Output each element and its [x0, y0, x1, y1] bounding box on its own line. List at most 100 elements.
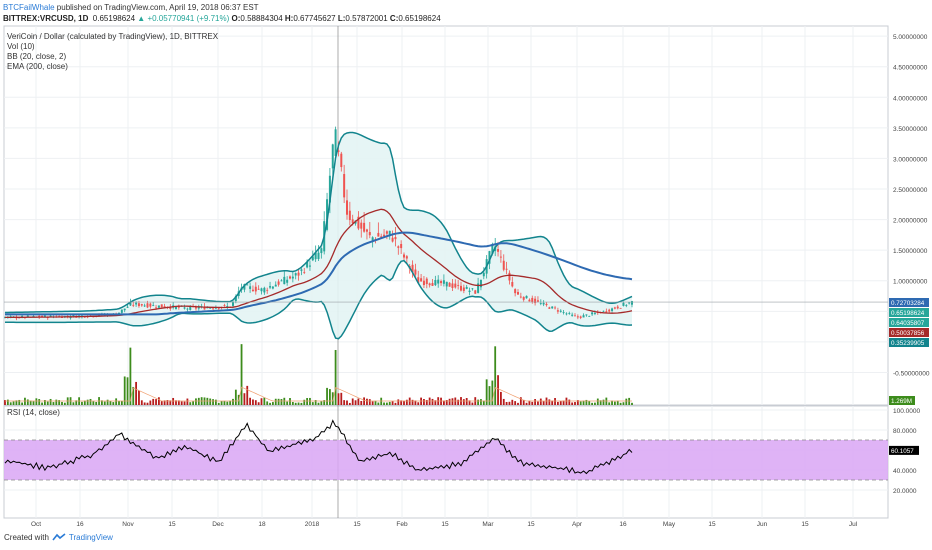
candle-body [428, 283, 431, 286]
volume-bar [505, 401, 508, 405]
candle-body [194, 307, 197, 309]
candle-body [223, 305, 226, 307]
tradingview-link[interactable]: TradingView [69, 533, 113, 542]
volume-bar [24, 397, 26, 405]
chart-legend-title: VeriCoin / Dollar (calculated by Trading… [7, 32, 219, 41]
candle-body [331, 144, 334, 169]
candle-body [377, 232, 380, 237]
volume-bar [49, 398, 52, 405]
volume-bar [35, 398, 38, 405]
candle-body [385, 231, 388, 234]
candle-body [545, 303, 548, 306]
volume-bar [557, 401, 559, 405]
volume-bar [320, 401, 323, 405]
volume-bar [579, 401, 582, 405]
volume-bar [494, 346, 497, 405]
candle-body [431, 283, 434, 286]
x-tick-label: Feb [396, 521, 408, 528]
candle-body [186, 308, 189, 310]
rsi-tick-label: 80.0000 [893, 428, 917, 435]
volume-bar [542, 401, 545, 405]
y-tick-label: 1.00000000 [893, 279, 928, 286]
volume-bar [423, 399, 425, 405]
candle-body [542, 302, 545, 305]
volume-bar [451, 398, 454, 405]
candle-body [539, 303, 542, 304]
volume-bar [223, 400, 226, 405]
candle-body [622, 302, 625, 306]
volume-bar [135, 381, 137, 405]
candle-body [251, 289, 254, 292]
y-tick-label: 3.50000000 [893, 126, 928, 133]
candle-body [471, 288, 474, 290]
volume-bar [377, 402, 380, 405]
candle-body [365, 229, 368, 232]
volume-bar [72, 402, 75, 405]
candle-body [525, 295, 528, 299]
candle-body [497, 249, 500, 252]
candle-body [508, 272, 511, 281]
candle-body [574, 315, 576, 317]
candle-body [628, 302, 631, 304]
volume-bar [539, 398, 542, 405]
candle-body [135, 302, 138, 305]
candle-body [479, 279, 482, 288]
candle-body [254, 286, 257, 292]
volume-bar [548, 399, 551, 405]
candle-body [149, 303, 152, 307]
volume-bar [366, 398, 368, 405]
volume-bar [317, 402, 320, 405]
x-tick-label: Oct [31, 521, 41, 528]
price-axis-label: 0.65198624 [891, 310, 925, 317]
volume-bar [234, 389, 237, 405]
y-tick-label: 4.50000000 [893, 65, 928, 72]
volume-bar [311, 402, 314, 405]
candle-body [588, 315, 591, 317]
candle-body [602, 310, 605, 312]
price-axis-label: 0.50037856 [891, 330, 925, 337]
candle-body [585, 314, 588, 316]
candle-body [465, 286, 468, 289]
candle-body [517, 292, 519, 295]
candle-body [212, 308, 215, 310]
volume-bar [269, 402, 271, 405]
volume-bar [363, 397, 365, 405]
volume-bar [596, 398, 599, 405]
candle-body [249, 286, 252, 289]
volume-bar [465, 398, 468, 405]
volume-bar [394, 402, 397, 405]
price-axis-label: 0.35239905 [891, 340, 925, 347]
footer: Created with TradingView [4, 533, 113, 542]
volume-bar [594, 402, 596, 405]
candle-body [499, 256, 502, 258]
candle-body [69, 317, 72, 319]
volume-bar [189, 402, 192, 405]
volume-bar [206, 397, 209, 405]
rsi-legend: RSI (14, close) [7, 408, 60, 417]
volume-bar [283, 397, 286, 405]
candle-body [126, 306, 129, 308]
volume-bar [61, 401, 63, 405]
candle-body [308, 265, 311, 267]
volume-bar [537, 401, 539, 405]
candle-body [437, 279, 440, 284]
y-tick-label: 5.00000000 [893, 34, 928, 41]
volume-bar [106, 399, 109, 405]
volume-bar [26, 399, 29, 405]
volume-bar [81, 401, 83, 405]
price-chart[interactable]: VeriCoin / Dollar (calculated by Trading… [0, 0, 932, 550]
volume-bar [614, 401, 616, 405]
volume-bar [348, 402, 351, 405]
candle-body [183, 307, 186, 309]
candle-body [123, 308, 126, 311]
candle-body [619, 307, 622, 309]
volume-bar [559, 400, 562, 405]
volume-bar [306, 398, 308, 405]
candle-body [209, 307, 212, 309]
volume-bar [138, 390, 140, 405]
chart-legend-bb: BB (20, close, 2) [7, 52, 66, 61]
y-tick-label: 3.00000000 [893, 156, 928, 163]
candle-body [197, 307, 200, 309]
candle-body [568, 313, 571, 314]
volume-bar [286, 401, 289, 405]
